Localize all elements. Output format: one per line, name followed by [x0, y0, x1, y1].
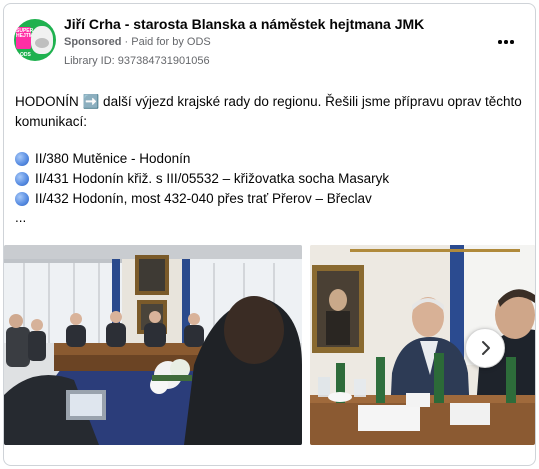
chevron-right-icon: [482, 341, 490, 355]
paid-for-label: Paid for by ODS: [131, 36, 211, 48]
route-label: II/380 Mutěnice - Hodonín: [35, 151, 191, 166]
more-horizontal-icon: [498, 40, 502, 44]
more-options-button[interactable]: [494, 30, 518, 54]
avatar-face-shade: [35, 38, 49, 48]
route-item: II/432 Hodonín, most 432-040 přes trať P…: [15, 190, 372, 208]
post-intro-text: HODONÍN ➡️ další výjezd krajské rady do …: [15, 94, 522, 129]
blue-circle-icon: [15, 172, 29, 186]
page-avatar[interactable]: SUPER HEJTMAN ODS: [14, 19, 56, 61]
avatar-brand: ODS: [20, 52, 31, 58]
avatar-badge-text: SUPER HEJTMAN: [16, 28, 41, 39]
carousel-photo-1[interactable]: [4, 245, 302, 445]
page-name-link[interactable]: Jiří Crha - starosta Blanska a náměstek …: [64, 16, 424, 32]
sponsored-line: Sponsored · Paid for by ODS: [64, 36, 211, 48]
meeting-room-photo: [4, 245, 302, 445]
library-id: Library ID: 937384731901056: [64, 55, 210, 67]
carousel-next-button[interactable]: [465, 328, 505, 368]
sponsored-post-card: SUPER HEJTMAN ODS Jiří Crha - starosta B…: [3, 3, 536, 466]
more-dot: [510, 40, 514, 44]
blue-circle-icon: [15, 192, 29, 206]
route-item: II/380 Mutěnice - Hodonín: [15, 150, 190, 168]
route-label: II/431 Hodonín křiž. s III/05532 – křižo…: [35, 171, 390, 186]
sponsored-label[interactable]: Sponsored: [64, 36, 121, 48]
route-item: II/431 Hodonín křiž. s III/05532 – křižo…: [15, 170, 389, 188]
see-more-ellipsis[interactable]: ...: [15, 210, 26, 225]
blue-circle-icon: [15, 152, 29, 166]
route-label: II/432 Hodonín, most 432-040 přes trať P…: [35, 191, 372, 206]
more-dot: [504, 40, 508, 44]
